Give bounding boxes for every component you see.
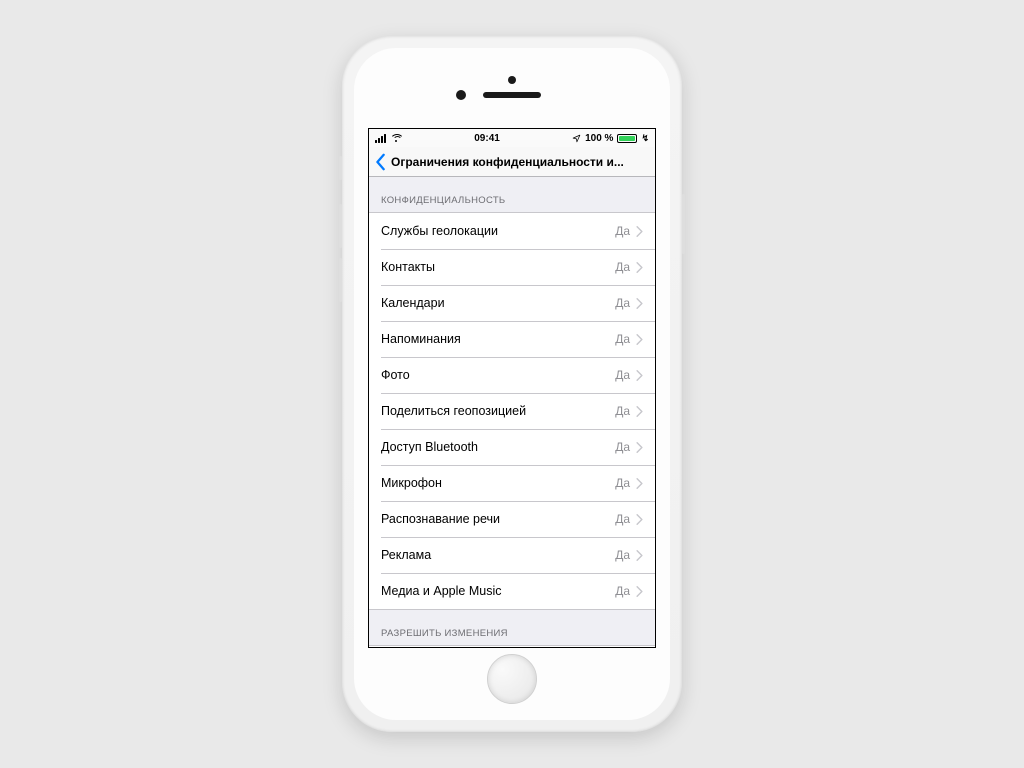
row-value: Да bbox=[615, 368, 630, 382]
mute-switch bbox=[339, 156, 342, 180]
privacy-row[interactable]: КалендариДа bbox=[369, 285, 655, 321]
privacy-row[interactable]: МикрофонДа bbox=[369, 465, 655, 501]
earpiece-speaker bbox=[483, 92, 541, 98]
charging-icon: ↯ bbox=[641, 134, 649, 143]
row-label: Доступ Bluetooth bbox=[381, 440, 615, 454]
proximity-sensor bbox=[508, 76, 516, 84]
row-value: Да bbox=[615, 260, 630, 274]
row-label: Фото bbox=[381, 368, 615, 382]
row-label: Медиа и Apple Music bbox=[381, 584, 615, 598]
row-label: Календари bbox=[381, 296, 615, 310]
chevron-right-icon bbox=[636, 370, 643, 381]
chevron-right-icon bbox=[636, 442, 643, 453]
battery-percent: 100 % bbox=[585, 133, 613, 144]
privacy-row[interactable]: Поделиться геопозициейДа bbox=[369, 393, 655, 429]
section-header-changes: РАЗРЕШИТЬ ИЗМЕНЕНИЯ bbox=[369, 610, 655, 645]
changes-list: Код-пароляДа bbox=[369, 645, 655, 647]
row-value: Да bbox=[615, 404, 630, 418]
volume-up-button bbox=[339, 204, 342, 248]
row-label: Напоминания bbox=[381, 332, 615, 346]
changes-row[interactable]: Код-пароляДа bbox=[369, 646, 655, 647]
location-icon bbox=[572, 134, 581, 143]
row-label: Поделиться геопозицией bbox=[381, 404, 615, 418]
row-label: Реклама bbox=[381, 548, 615, 562]
privacy-row[interactable]: Службы геолокацииДа bbox=[369, 213, 655, 249]
row-value: Да bbox=[615, 332, 630, 346]
phone-screen: 09:41 100 % ↯ Ограничения конфиденциальн… bbox=[368, 128, 656, 648]
front-camera bbox=[456, 90, 466, 100]
privacy-row[interactable]: Медиа и Apple MusicДа bbox=[369, 573, 655, 609]
back-button[interactable] bbox=[375, 153, 387, 171]
phone-device-frame: 09:41 100 % ↯ Ограничения конфиденциальн… bbox=[342, 36, 682, 732]
chevron-right-icon bbox=[636, 298, 643, 309]
page-title: Ограничения конфиденциальности и... bbox=[391, 155, 624, 169]
chevron-right-icon bbox=[636, 226, 643, 237]
chevron-right-icon bbox=[636, 550, 643, 561]
privacy-row[interactable]: НапоминанияДа bbox=[369, 321, 655, 357]
chevron-left-icon bbox=[375, 153, 387, 171]
privacy-row[interactable]: ФотоДа bbox=[369, 357, 655, 393]
privacy-row[interactable]: РекламаДа bbox=[369, 537, 655, 573]
wifi-icon bbox=[390, 134, 402, 143]
phone-bezel: 09:41 100 % ↯ Ограничения конфиденциальн… bbox=[354, 48, 670, 720]
chevron-right-icon bbox=[636, 334, 643, 345]
chevron-right-icon bbox=[636, 478, 643, 489]
volume-down-button bbox=[339, 258, 342, 302]
chevron-right-icon bbox=[636, 586, 643, 597]
privacy-row[interactable]: Доступ BluetoothДа bbox=[369, 429, 655, 465]
status-bar: 09:41 100 % ↯ bbox=[369, 129, 655, 147]
battery-icon bbox=[617, 134, 637, 143]
section-header-privacy: КОНФИДЕНЦИАЛЬНОСТЬ bbox=[369, 177, 655, 212]
home-button[interactable] bbox=[487, 654, 537, 704]
status-time: 09:41 bbox=[402, 133, 572, 144]
row-value: Да bbox=[615, 548, 630, 562]
row-label: Контакты bbox=[381, 260, 615, 274]
privacy-row[interactable]: Распознавание речиДа bbox=[369, 501, 655, 537]
navigation-bar: Ограничения конфиденциальности и... bbox=[369, 147, 655, 177]
row-label: Распознавание речи bbox=[381, 512, 615, 526]
row-value: Да bbox=[615, 224, 630, 238]
row-value: Да bbox=[615, 440, 630, 454]
chevron-right-icon bbox=[636, 514, 643, 525]
row-label: Микрофон bbox=[381, 476, 615, 490]
row-value: Да bbox=[615, 512, 630, 526]
chevron-right-icon bbox=[636, 406, 643, 417]
cellular-signal-icon bbox=[375, 134, 386, 143]
row-label: Службы геолокации bbox=[381, 224, 615, 238]
privacy-row[interactable]: КонтактыДа bbox=[369, 249, 655, 285]
row-value: Да bbox=[615, 476, 630, 490]
chevron-right-icon bbox=[636, 262, 643, 273]
row-value: Да bbox=[615, 296, 630, 310]
settings-content[interactable]: КОНФИДЕНЦИАЛЬНОСТЬ Службы геолокацииДаКо… bbox=[369, 177, 655, 647]
power-button bbox=[682, 194, 685, 254]
row-value: Да bbox=[615, 584, 630, 598]
privacy-list: Службы геолокацииДаКонтактыДаКалендариДа… bbox=[369, 212, 655, 610]
